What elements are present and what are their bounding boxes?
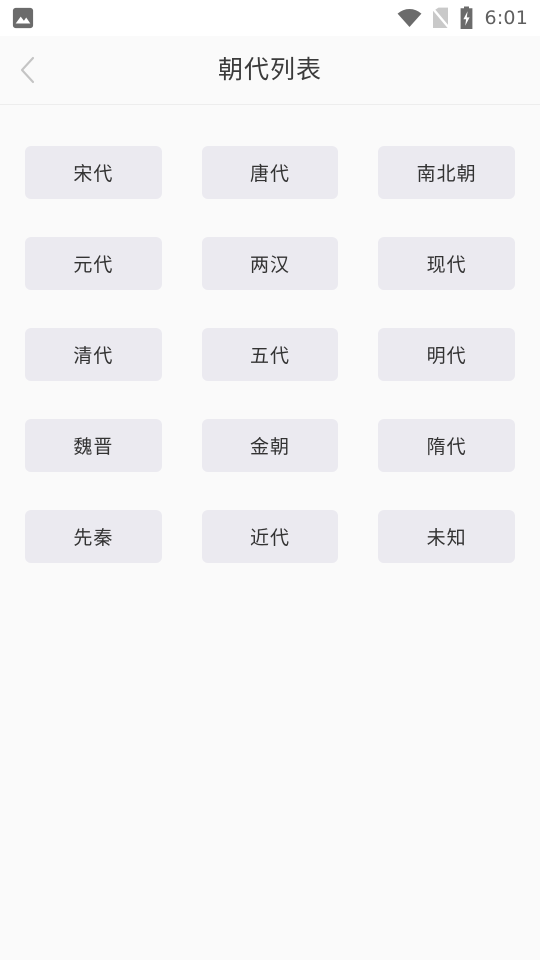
dynasty-chip-han[interactable]: 两汉 — [201, 237, 339, 290]
dynasty-chip-song[interactable]: 宋代 — [25, 146, 162, 199]
grid-row: 清代 五代 明代 — [25, 328, 516, 381]
dynasty-chip-tang[interactable]: 唐代 — [201, 146, 339, 199]
dynasty-chip-unknown[interactable]: 未知 — [378, 510, 516, 563]
status-bar: 6:01 — [0, 0, 540, 36]
photo-icon — [12, 7, 34, 29]
dynasty-grid: 宋代 唐代 南北朝 元代 两汉 现代 清代 五代 明代 魏晋 金朝 隋代 先秦 … — [0, 106, 540, 960]
grid-row: 先秦 近代 未知 — [25, 510, 516, 563]
dynasty-chip-modern[interactable]: 现代 — [378, 237, 516, 290]
dynasty-chip-wei-jin[interactable]: 魏晋 — [25, 419, 162, 472]
grid-row: 魏晋 金朝 隋代 — [25, 419, 516, 472]
dynasty-chip-pre-qin[interactable]: 先秦 — [25, 510, 162, 563]
status-bar-right: 6:01 — [397, 6, 528, 30]
dynasty-chip-ming[interactable]: 明代 — [378, 328, 516, 381]
no-sim-icon — [430, 7, 450, 29]
grid-row: 宋代 唐代 南北朝 — [25, 146, 516, 199]
dynasty-chip-qing[interactable]: 清代 — [25, 328, 162, 381]
battery-charging-icon — [459, 6, 474, 30]
wifi-icon — [397, 8, 422, 28]
app-bar: 朝代列表 — [0, 36, 540, 105]
dynasty-chip-five-dynasties[interactable]: 五代 — [201, 328, 339, 381]
phone-screen: 6:01 朝代列表 宋代 唐代 南北朝 元代 两汉 现代 清代 五代 明代 魏晋… — [0, 0, 540, 960]
dynasty-chip-yuan[interactable]: 元代 — [25, 237, 162, 290]
grid-row: 元代 两汉 现代 — [25, 237, 516, 290]
dynasty-chip-northern-southern[interactable]: 南北朝 — [378, 146, 516, 199]
dynasty-chip-jin[interactable]: 金朝 — [201, 419, 339, 472]
status-bar-clock: 6:01 — [484, 6, 528, 29]
dynasty-chip-early-modern[interactable]: 近代 — [201, 510, 339, 563]
dynasty-chip-sui[interactable]: 隋代 — [378, 419, 516, 472]
status-bar-left — [12, 7, 34, 29]
page-title: 朝代列表 — [217, 55, 322, 84]
